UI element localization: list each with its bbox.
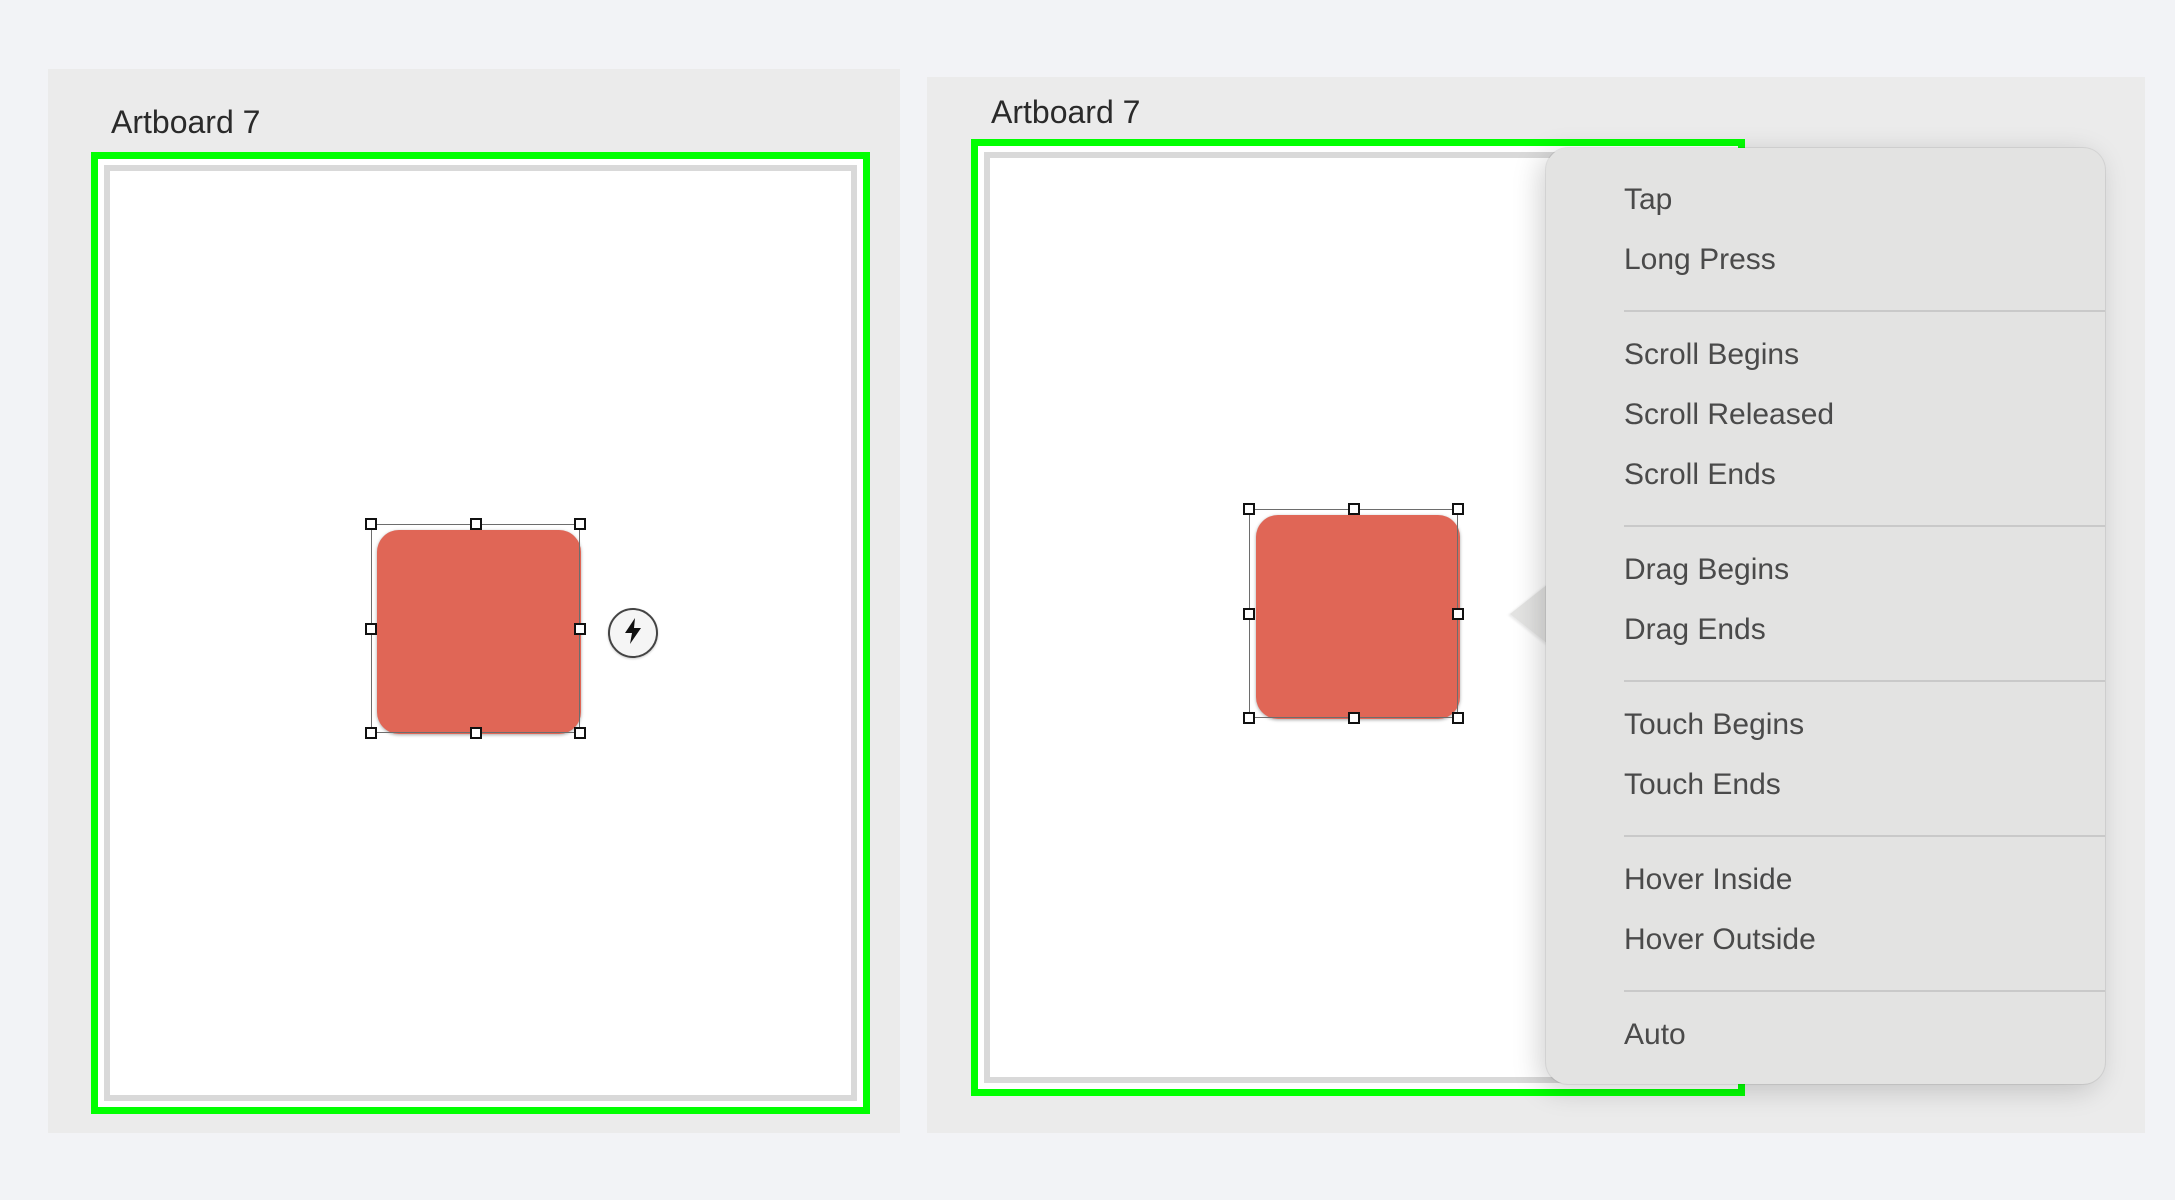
menu-item[interactable]: Scroll Released <box>1624 397 1834 433</box>
resize-handle[interactable] <box>1243 712 1255 724</box>
menu-item[interactable]: Touch Ends <box>1624 767 1781 803</box>
menu-item[interactable]: Drag Begins <box>1624 552 1789 588</box>
resize-handle[interactable] <box>1243 607 1255 620</box>
resize-handle[interactable] <box>574 518 586 530</box>
resize-handle[interactable] <box>1452 607 1464 620</box>
resize-handle[interactable] <box>574 622 586 635</box>
menu-separator <box>1624 310 2105 312</box>
menu-item[interactable]: Drag Ends <box>1624 612 1766 648</box>
resize-handle[interactable] <box>469 518 482 530</box>
resize-handle[interactable] <box>1347 503 1360 515</box>
selection-box <box>371 524 580 733</box>
resize-handle[interactable] <box>1452 503 1464 515</box>
resize-handle[interactable] <box>1452 712 1464 724</box>
menu-item[interactable]: Touch Begins <box>1624 707 1804 743</box>
lightning-bolt-icon <box>620 616 646 651</box>
trigger-button[interactable] <box>608 608 658 658</box>
menu-item[interactable]: Hover Inside <box>1624 862 1792 898</box>
resize-handle[interactable] <box>469 727 482 739</box>
menu-separator <box>1624 525 2105 527</box>
menu-separator <box>1624 680 2105 682</box>
menu-item[interactable]: Hover Outside <box>1624 922 1816 958</box>
artboard-title[interactable]: Artboard 7 <box>991 94 1140 131</box>
menu-separator <box>1624 835 2105 837</box>
menu-item[interactable]: Auto <box>1624 1017 1686 1053</box>
resize-handle[interactable] <box>365 727 377 739</box>
trigger-menu: Tap Long Press Scroll Begins Scroll Release… <box>1546 148 2105 1084</box>
menu-item[interactable]: Scroll Begins <box>1624 337 1799 373</box>
menu-item[interactable]: Scroll Ends <box>1624 457 1776 493</box>
resize-handle[interactable] <box>574 727 586 739</box>
resize-handle[interactable] <box>1243 503 1255 515</box>
resize-handle[interactable] <box>365 622 377 635</box>
resize-handle[interactable] <box>365 518 377 530</box>
menu-separator <box>1624 990 2105 992</box>
popover-caret <box>1510 584 1548 644</box>
selection-box <box>1249 509 1458 718</box>
resize-handle[interactable] <box>1347 712 1360 724</box>
menu-item[interactable]: Long Press <box>1624 242 1776 278</box>
artboard-title[interactable]: Artboard 7 <box>111 104 260 141</box>
menu-item[interactable]: Tap <box>1624 182 1672 218</box>
